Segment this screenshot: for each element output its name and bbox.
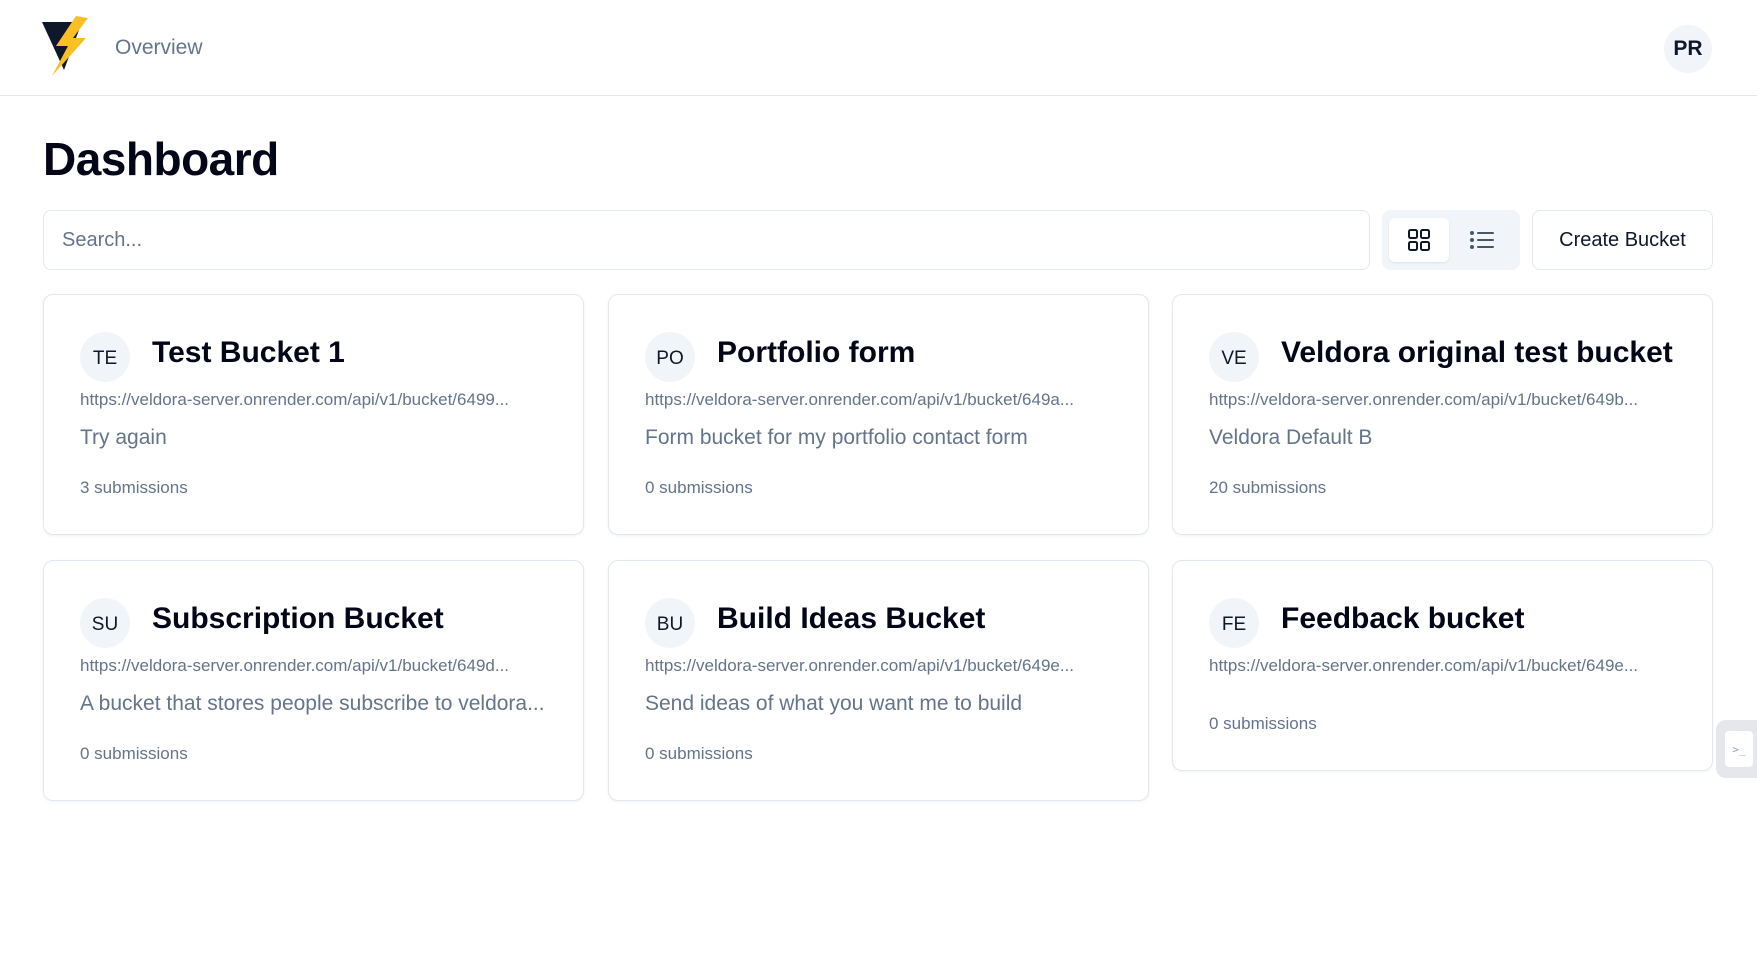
create-bucket-button[interactable]: Create Bucket	[1532, 210, 1713, 270]
bucket-url: https://veldora-server.onrender.com/api/…	[645, 390, 1075, 409]
terminal-icon: >_	[1725, 731, 1753, 767]
list-icon	[1470, 231, 1494, 249]
floating-devtools-tab[interactable]: >_	[1716, 720, 1757, 778]
bucket-initials-badge: VE	[1209, 332, 1259, 382]
page-title: Dashboard	[43, 133, 279, 185]
bucket-card[interactable]: SU Subscription Bucket https://veldora-s…	[43, 560, 584, 801]
veldora-logo-icon[interactable]	[42, 16, 94, 76]
list-view-button[interactable]	[1452, 218, 1512, 262]
bucket-initials-badge: FE	[1209, 598, 1259, 648]
nav-overview-link[interactable]: Overview	[115, 36, 203, 60]
bucket-name[interactable]: Subscription Bucket	[152, 602, 444, 636]
bucket-submissions-count: 0 submissions	[80, 744, 188, 763]
grid-icon	[1408, 229, 1430, 251]
view-toggle	[1382, 210, 1520, 270]
bucket-submissions-count: 0 submissions	[645, 478, 753, 497]
user-avatar[interactable]: PR	[1664, 25, 1712, 73]
bucket-card[interactable]: FE Feedback bucket https://veldora-serve…	[1172, 560, 1713, 771]
bucket-submissions-count: 0 submissions	[645, 744, 753, 763]
bucket-submissions-count: 20 submissions	[1209, 478, 1327, 497]
bucket-submissions-count: 3 submissions	[80, 478, 188, 497]
bucket-submissions-count: 0 submissions	[1209, 714, 1317, 733]
bucket-initials-badge: TE	[80, 332, 130, 382]
bucket-card[interactable]: PO Portfolio form https://veldora-server…	[608, 294, 1149, 535]
grid-view-button[interactable]	[1389, 218, 1449, 262]
bucket-description: Form bucket for my portfolio contact for…	[645, 426, 1028, 449]
bucket-initials-badge: BU	[645, 598, 695, 648]
top-navbar: Overview PR	[0, 0, 1757, 96]
bucket-description: A bucket that stores people subscribe to…	[80, 692, 545, 715]
bucket-card[interactable]: BU Build Ideas Bucket https://veldora-se…	[608, 560, 1149, 801]
bucket-card[interactable]: TE Test Bucket 1 https://veldora-server.…	[43, 294, 584, 535]
bucket-description: Try again	[80, 426, 167, 449]
bucket-name[interactable]: Test Bucket 1	[152, 336, 345, 370]
bucket-name[interactable]: Veldora original test bucket	[1281, 336, 1673, 370]
bucket-url: https://veldora-server.onrender.com/api/…	[1209, 390, 1639, 409]
bucket-url: https://veldora-server.onrender.com/api/…	[80, 656, 510, 675]
bucket-description: Send ideas of what you want me to build	[645, 692, 1023, 715]
search-input[interactable]	[43, 210, 1370, 270]
bucket-description: Veldora Default B	[1209, 426, 1373, 449]
bucket-url: https://veldora-server.onrender.com/api/…	[645, 656, 1075, 675]
bucket-initials-badge: SU	[80, 598, 130, 648]
bucket-name[interactable]: Build Ideas Bucket	[717, 602, 985, 636]
bucket-card[interactable]: VE Veldora original test bucket https://…	[1172, 294, 1713, 535]
bucket-initials-badge: PO	[645, 332, 695, 382]
bucket-name[interactable]: Feedback bucket	[1281, 602, 1524, 636]
bucket-url: https://veldora-server.onrender.com/api/…	[1209, 656, 1639, 675]
bucket-url: https://veldora-server.onrender.com/api/…	[80, 390, 510, 409]
bucket-name[interactable]: Portfolio form	[717, 336, 915, 370]
